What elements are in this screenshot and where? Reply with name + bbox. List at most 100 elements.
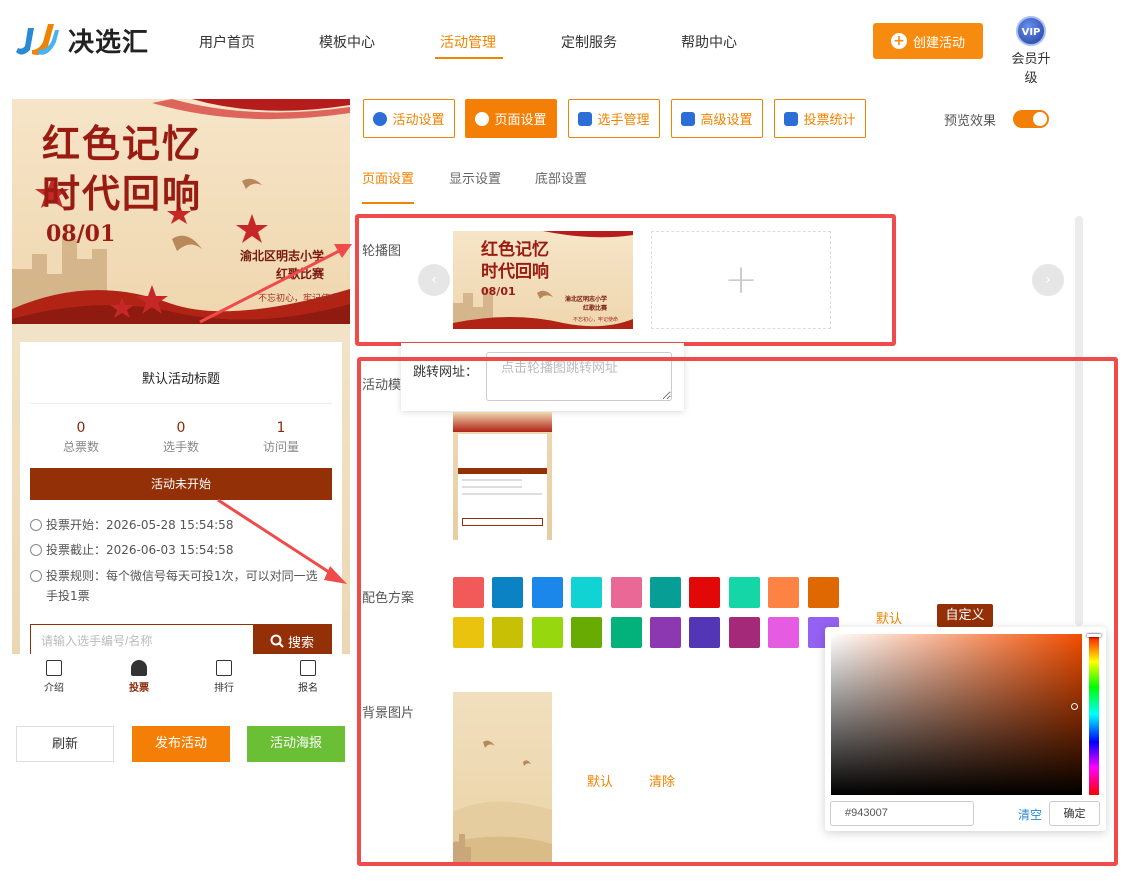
- picker-clear-button[interactable]: 清空: [1018, 806, 1042, 823]
- background-decoration: [453, 740, 552, 862]
- subtab-display-settings[interactable]: 显示设置: [449, 168, 501, 187]
- banner-school: 渝北区明志小学 红歌比赛: [240, 249, 325, 281]
- nav-user-home[interactable]: 用户首页: [199, 32, 255, 52]
- saturation-value-area[interactable]: [831, 634, 1082, 795]
- publish-activity-button[interactable]: 发布活动: [132, 726, 230, 762]
- vote-stats-button[interactable]: 投票统计: [774, 99, 866, 138]
- sliders-icon: [681, 111, 696, 126]
- color-swatch[interactable]: [689, 577, 721, 608]
- nav-help-center[interactable]: 帮助中心: [681, 32, 737, 52]
- color-swatch[interactable]: [610, 577, 642, 608]
- subtab-active-indicator: [362, 202, 414, 204]
- color-swatch[interactable]: [492, 617, 524, 648]
- color-swatch[interactable]: [689, 617, 721, 648]
- color-swatch[interactable]: [768, 577, 800, 608]
- advanced-settings-button[interactable]: 高级设置: [671, 99, 763, 138]
- banner-title: 红色记忆 时代回响: [42, 121, 203, 216]
- hex-color-input[interactable]: #943007: [830, 801, 974, 826]
- create-activity-button[interactable]: + 创建活动: [873, 23, 983, 59]
- contestant-manage-button[interactable]: 选手管理: [568, 99, 660, 138]
- activity-poster-button[interactable]: 活动海报: [247, 726, 345, 762]
- hue-slider[interactable]: [1089, 634, 1099, 795]
- background-image-thumbnail[interactable]: [453, 692, 552, 862]
- carousel-next-button[interactable]: ›: [1032, 264, 1064, 296]
- banner-slogan: 不忘初心，牢记使命: [258, 294, 340, 304]
- contestant-search-input[interactable]: [31, 625, 254, 657]
- page-settings-button[interactable]: 页面设置: [465, 99, 557, 138]
- color-swatch[interactable]: [531, 617, 563, 648]
- plus-circle-icon: +: [890, 33, 907, 49]
- subtab-footer-settings[interactable]: 底部设置: [535, 168, 587, 187]
- badge-icon: [300, 660, 316, 676]
- color-swatch[interactable]: [650, 617, 681, 648]
- preview-effect-label: 预览效果: [944, 114, 997, 129]
- document-icon: [46, 660, 62, 676]
- activity-settings-button[interactable]: 活动设置: [363, 99, 455, 138]
- subtab-page-settings[interactable]: 页面设置: [362, 168, 414, 187]
- vip-upgrade[interactable]: VIP 会员升级: [1006, 16, 1056, 86]
- ranking-icon: [216, 660, 232, 676]
- color-swatch[interactable]: [571, 577, 603, 608]
- color-swatch[interactable]: [650, 577, 681, 608]
- preview-effect-toggle[interactable]: [1013, 110, 1049, 128]
- vip-label: 会员升级: [1011, 52, 1051, 86]
- user-icon: [131, 660, 147, 676]
- preview-activity-card: 默认活动标题 0 总票数 0 选手数 1 访问量 活动未开始 投票开始：2026…: [20, 342, 342, 658]
- color-swatch[interactable]: [453, 617, 484, 648]
- nav-template-center[interactable]: 模板中心: [319, 32, 375, 52]
- background-image-label: 背景图片: [362, 706, 415, 721]
- banner-date: 08/01: [46, 221, 116, 247]
- site-logo[interactable]: 决选汇: [12, 20, 149, 60]
- refresh-button[interactable]: 刷新: [16, 726, 114, 762]
- background-default-link[interactable]: 默认: [587, 771, 613, 790]
- color-swatch[interactable]: [768, 617, 800, 648]
- clock-icon: [30, 519, 42, 531]
- color-scheme-label: 配色方案: [362, 591, 415, 606]
- nav-activity-manage[interactable]: 活动管理: [440, 32, 496, 52]
- vote-start-row: 投票开始：2026-05-28 15:54:58: [30, 515, 233, 535]
- hue-slider-handle[interactable]: [1087, 634, 1101, 637]
- search-button[interactable]: 搜索: [253, 625, 331, 657]
- color-swatch[interactable]: [807, 577, 839, 608]
- create-activity-label: 创建活动: [912, 35, 965, 51]
- card-divider: [30, 403, 332, 404]
- color-swatch[interactable]: [453, 577, 484, 608]
- color-custom-tag[interactable]: 自定义: [937, 604, 993, 627]
- sv-cursor[interactable]: [1071, 703, 1078, 710]
- preview-tabbar: 介绍 投票 排行 报名: [12, 654, 350, 700]
- nav-active-indicator: [435, 57, 503, 59]
- stat-visits: 1 访问量: [262, 420, 299, 454]
- color-picker-panel: #943007 清空 确定: [825, 627, 1106, 831]
- info-icon: [30, 570, 42, 582]
- logo-icon: [12, 20, 60, 60]
- highlight-box-carousel: [355, 214, 896, 346]
- contestant-search: 搜索: [30, 624, 332, 658]
- star-icon: [373, 111, 388, 126]
- picker-confirm-button[interactable]: 确定: [1049, 801, 1100, 826]
- tab-signup[interactable]: 报名: [278, 660, 338, 694]
- color-default-link[interactable]: 默认: [876, 608, 902, 627]
- color-swatch[interactable]: [728, 617, 760, 648]
- vote-end-row: 投票截止：2026-06-03 15:54:58: [30, 540, 233, 560]
- card-title: 默认活动标题: [141, 372, 220, 387]
- users-icon: [578, 111, 593, 126]
- top-header: 决选汇 用户首页 模板中心 活动管理 定制服务 帮助中心 + 创建活动 VIP …: [0, 0, 1147, 86]
- color-swatch[interactable]: [492, 577, 524, 608]
- vip-badge-icon: VIP: [1016, 16, 1046, 46]
- color-swatch[interactable]: [571, 617, 603, 648]
- clock-icon: [30, 544, 42, 556]
- search-icon: [270, 634, 284, 648]
- tab-ranking[interactable]: 排行: [194, 660, 254, 694]
- activity-status-bar: 活动未开始: [30, 468, 332, 500]
- toggle-knob: [1033, 112, 1047, 126]
- gear-icon: [475, 111, 490, 126]
- nav-custom-service[interactable]: 定制服务: [561, 32, 617, 52]
- tab-intro[interactable]: 介绍: [24, 660, 84, 694]
- tab-vote[interactable]: 投票: [109, 660, 169, 694]
- color-swatch[interactable]: [531, 577, 563, 608]
- stat-total-votes: 0 总票数: [62, 420, 99, 454]
- color-swatch[interactable]: [610, 617, 642, 648]
- background-clear-link[interactable]: 清除: [649, 771, 675, 790]
- logo-text: 决选汇: [68, 27, 150, 58]
- color-swatch[interactable]: [728, 577, 760, 608]
